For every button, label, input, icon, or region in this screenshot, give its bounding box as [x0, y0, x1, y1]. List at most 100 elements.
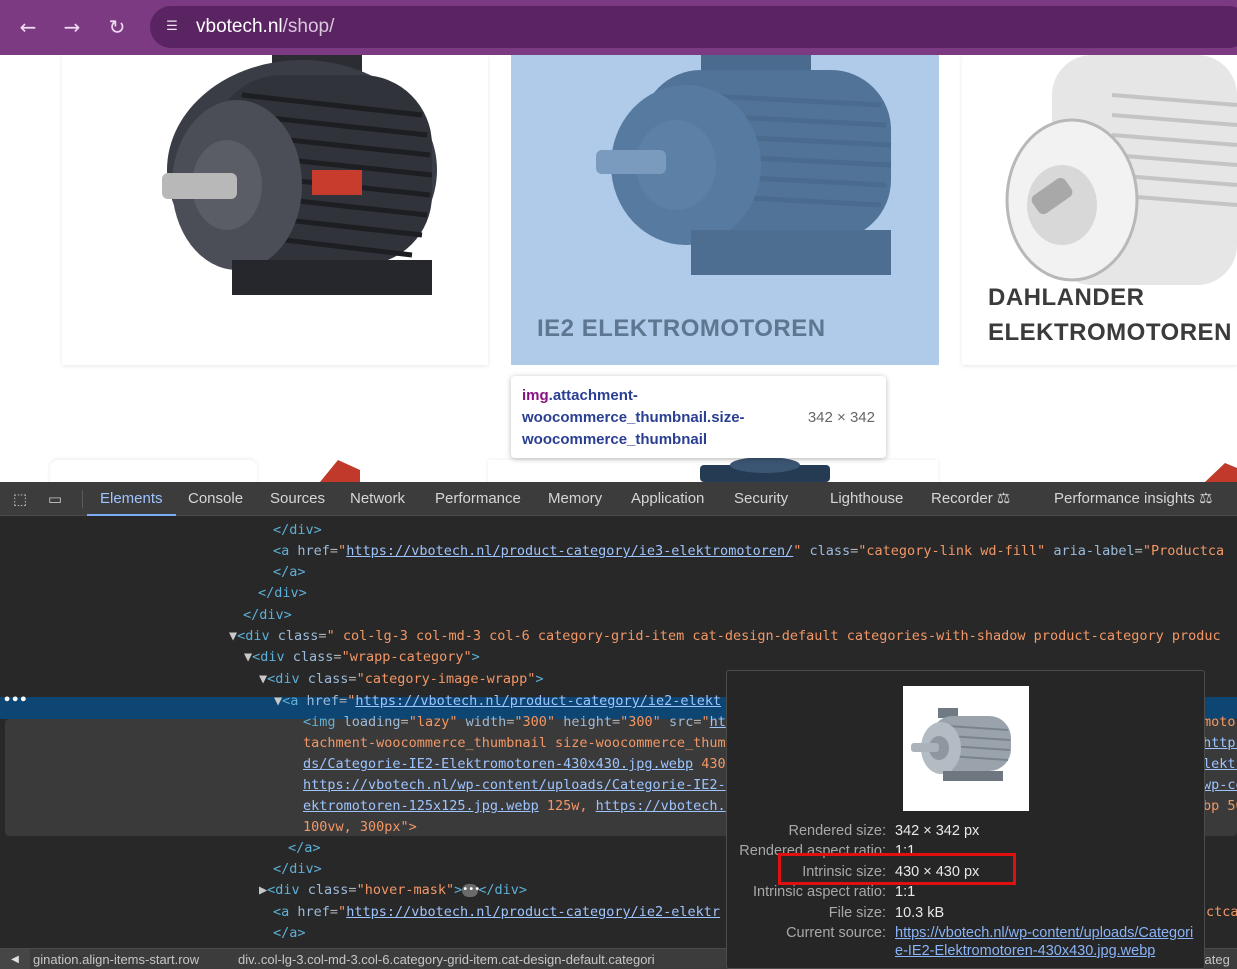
tab-memory[interactable]: Memory [548, 482, 602, 516]
intrinsic-ratio-label: Intrinsic aspect ratio: [753, 884, 886, 900]
category-title-ie2[interactable]: IE2 ELEKTROMOTOREN [537, 315, 826, 343]
closing-tag: </div> [273, 861, 322, 877]
attr-value: 430 [701, 756, 726, 772]
expand-triangle-icon[interactable]: ▼ [274, 693, 282, 709]
flask-icon: ⚖ [996, 490, 1011, 507]
category-title-line2: ELEKTROMOTOREN [988, 319, 1232, 346]
flask-icon: ⚖ [1199, 490, 1213, 507]
back-arrow-icon[interactable]: ← [13, 12, 43, 42]
overflow-text: bp 50 [1203, 798, 1237, 814]
class-value: col-lg-3 col-md-3 col-6 category-grid-it… [334, 628, 1221, 644]
expand-triangle-icon[interactable]: ▼ [244, 649, 252, 665]
inspect-tooltip-selector: img.attachment-woocommerce_thumbnail.siz… [522, 385, 802, 451]
reload-icon[interactable]: ↻ [102, 12, 132, 42]
breadcrumb-item[interactable]: div..col-lg-3.col-md-3.col-6.category-gr… [238, 952, 655, 967]
href-link[interactable]: https://vbotech.nl/product-category/ie2-… [346, 904, 720, 920]
srcset-link[interactable]: https://vbotech. [596, 798, 726, 814]
device-toolbar-icon[interactable]: ▭ [44, 489, 66, 509]
code-overflow: bp 50 [1203, 796, 1237, 817]
breadcrumb-scroll-left-icon[interactable]: ◀ [0, 949, 30, 969]
file-size-value: 10.3 kB [895, 905, 945, 921]
overflow-link[interactable]: lektr [1203, 756, 1237, 772]
site-info-icon[interactable]: ☰ [162, 17, 182, 37]
dom-node[interactable]: </div> [243, 605, 1237, 626]
tab-console[interactable]: Console [188, 482, 243, 516]
tab-application[interactable]: Application [631, 482, 704, 516]
closing-tag: </a> [273, 925, 306, 941]
tab-network[interactable]: Network [350, 482, 405, 516]
expand-triangle-icon[interactable]: ▼ [259, 671, 267, 687]
code-overflow: ctca [1206, 902, 1237, 923]
attr-value: tachment-woocommerce_thumbnail size-wooc… [303, 735, 726, 751]
forward-arrow-icon[interactable]: → [57, 12, 87, 42]
overflow-link[interactable]: https [1203, 735, 1237, 751]
dom-node[interactable]: </div> [273, 520, 1237, 541]
intrinsic-ratio-value: 1:1 [895, 884, 916, 900]
aria-value: Productca [1150, 543, 1225, 559]
motor-part-image-2 [700, 457, 830, 482]
dom-node[interactable]: ▼<div class=" col-lg-3 col-md-3 col-6 ca… [229, 626, 1237, 647]
file-size-row: File size: 10.3 kB [727, 904, 1206, 925]
href-link[interactable]: https://vbotech.nl/product-category/ie2-… [355, 693, 721, 709]
url-text[interactable]: vbotech.nl/shop/ [196, 16, 334, 38]
dom-node[interactable]: </a> [273, 562, 1237, 583]
attr-value: 100vw, 300px"> [303, 819, 417, 835]
breadcrumb-item[interactable]: gination.align-items-start.row [33, 952, 199, 967]
tab-sources[interactable]: Sources [270, 482, 325, 516]
code-overflow: https [1203, 733, 1237, 754]
dom-node[interactable]: <a href="https://vbotech.nl/product-cate… [273, 541, 1237, 562]
srcset-link[interactable]: ektromotoren-125x125.jpg.webp [303, 798, 539, 814]
dom-node[interactable]: ▼<div class="wrapp-category"> [244, 647, 1237, 668]
collapse-triangle-icon[interactable]: ▶ [259, 882, 267, 898]
inspect-element-icon[interactable]: ⬚ [9, 489, 31, 509]
tab-performance[interactable]: Performance [435, 482, 521, 516]
category-title-line1: DAHLANDER [988, 284, 1145, 311]
tab-security[interactable]: Security [734, 482, 788, 516]
category-title-dahlander[interactable]: DAHLANDER ELEKTROMOTOREN [988, 280, 1237, 350]
srcset-link[interactable]: https://vbotech.nl/wp-content/uploads/Ca… [303, 777, 726, 793]
image-preview-popover: Rendered size: 342 × 342 px Rendered asp… [726, 670, 1205, 969]
tab-performance-insights[interactable]: Performance insights ⚖ [1054, 482, 1213, 516]
overflow-text: moto [1203, 714, 1236, 730]
attr-value: 125w, [546, 798, 588, 814]
code-overflow: lektr [1203, 754, 1237, 775]
closing-tag: </div> [258, 585, 307, 601]
expand-triangle-icon[interactable]: ▼ [229, 628, 237, 644]
tab-lighthouse[interactable]: Lighthouse [830, 482, 903, 516]
browser-toolbar: ← → ↻ ☰ vbotech.nl/shop/ [0, 0, 1237, 55]
class-value: wrapp-category [349, 649, 464, 665]
inspect-tooltip-tag: img [522, 387, 549, 404]
current-source-link[interactable]: https://vbotech.nl/wp-content/uploads/Ca… [895, 924, 1195, 960]
category-card-ie3[interactable] [62, 55, 488, 365]
motor-part-image-3 [1205, 463, 1237, 482]
tab-recorder[interactable]: Recorder ⚖ [931, 482, 1010, 516]
inspect-tooltip-classes: .attachment-woocommerce_thumbnail.size-w… [522, 387, 745, 448]
code-overflow: wp-co [1203, 775, 1237, 796]
srcset-link[interactable]: ds/Categorie-IE2-Elektromotoren-430x430.… [303, 756, 693, 772]
class-value: category-link wd-fill [866, 543, 1038, 559]
href-link[interactable]: https://vbotech.nl/product-category/ie3-… [346, 543, 793, 559]
closing-tag: </a> [288, 840, 321, 856]
rendered-size-row: Rendered size: 342 × 342 px [727, 822, 1206, 843]
tab-performance-insights-label: Performance insights [1054, 490, 1195, 507]
closing-tag: </a> [273, 564, 306, 580]
address-bar[interactable]: ☰ vbotech.nl/shop/ [150, 6, 1237, 48]
inspect-tooltip: img.attachment-woocommerce_thumbnail.siz… [511, 376, 886, 458]
motor-image [162, 55, 437, 295]
current-source-row: Current source: https://vbotech.nl/wp-co… [727, 924, 1206, 959]
overflow-link[interactable]: wp-co [1203, 777, 1237, 793]
dom-node[interactable]: </div> [258, 583, 1237, 604]
devtools-tabbar: ⬚ ▭ Elements Console Sources Network Per… [0, 482, 1237, 516]
tab-elements[interactable]: Elements [87, 482, 176, 516]
class-value: hover-mask [364, 882, 446, 898]
file-size-label: File size: [828, 905, 886, 921]
red-annotation-box [778, 853, 1016, 885]
ellipsis-icon[interactable]: ••• [462, 883, 480, 897]
image-preview-thumbnail [903, 686, 1029, 811]
tab-recorder-label: Recorder [931, 490, 993, 507]
src-link[interactable]: ht [710, 714, 726, 730]
closing-tag: </div> [273, 522, 322, 538]
toolbar-divider [82, 490, 83, 508]
category-card-row2-1[interactable] [50, 460, 257, 482]
overflow-text: ctca [1206, 904, 1237, 920]
